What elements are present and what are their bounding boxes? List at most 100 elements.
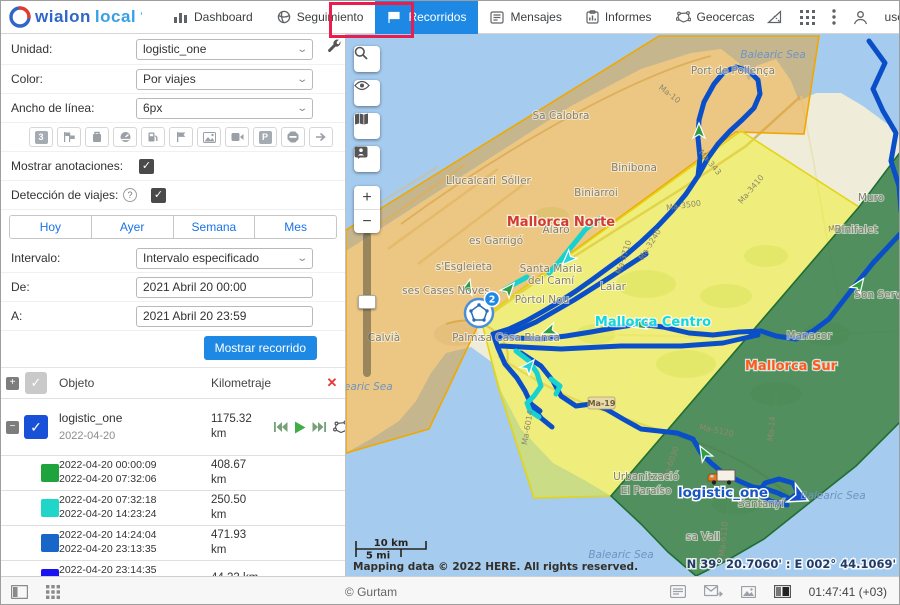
trip-color-chip (41, 464, 59, 482)
marker-fillings-button[interactable] (85, 127, 109, 147)
marker-flag-button[interactable] (169, 127, 193, 147)
remove-all-button[interactable]: ✕ (319, 375, 345, 391)
layout-panes-icon[interactable] (774, 585, 791, 598)
unit-select[interactable]: logistic_one⌄ (136, 39, 313, 60)
reports-icon (586, 10, 599, 24)
tab-label: Geocercas (697, 10, 755, 24)
chevron-down-icon: ⌄ (296, 74, 308, 85)
line-width-select-value: 6px (143, 101, 162, 115)
track-unit-row[interactable]: − ✓ logistic_one 2022-04-20 1175.32km ✕ (1, 399, 345, 456)
play-track-icon[interactable] (294, 421, 306, 434)
apps-grid-icon[interactable] (800, 10, 815, 25)
color-select[interactable]: Por viajes⌄ (136, 69, 313, 90)
unit-select-value: logistic_one (143, 42, 206, 56)
zoom-out-button[interactable]: − (354, 210, 380, 233)
unit-date: 2022-04-20 (59, 430, 115, 442)
annotations-checkbox[interactable]: ✓ (139, 159, 154, 174)
map-canvas[interactable]: Ma-19 Ma-10Ma-3500Ma-3710Ma-3240Ma-343Ma… (346, 34, 900, 576)
globe-icon (277, 10, 291, 24)
svg-text:sa Vall: sa Vall (686, 531, 720, 543)
skip-to-end-icon[interactable] (312, 421, 327, 433)
chevron-down-icon: ⌄ (296, 103, 308, 114)
expand-all-button[interactable]: + (6, 377, 19, 390)
track-geofence-icon[interactable] (333, 420, 346, 434)
collapse-panel-icon[interactable] (11, 585, 28, 599)
show-track-button[interactable]: Mostrar recorrido (204, 336, 317, 360)
map-drivers-button[interactable] (354, 146, 380, 172)
date-from-value: 2021 Abril 20 00:00 (143, 280, 246, 294)
tab-seguimiento[interactable]: Seguimiento (265, 1, 376, 34)
tab-geocercas[interactable]: Geocercas (664, 1, 767, 34)
kebab-menu-icon[interactable] (832, 9, 836, 25)
date-from-input[interactable]: 2021 Abril 20 00:00 (136, 277, 313, 298)
bottom-apps-grid-icon[interactable] (46, 585, 60, 599)
trip-row-1[interactable]: 2022-04-20 00:00:092022-04-20 07:32:06 4… (1, 456, 345, 491)
column-objeto: Objeto (59, 376, 211, 390)
zoom-in-button[interactable]: + (354, 186, 380, 210)
svg-text:es Garrigó: es Garrigó (469, 235, 523, 247)
trip-row-2[interactable]: 2022-04-20 07:32:182022-04-20 14:23:24 2… (1, 491, 345, 526)
svg-text:Pòrtol Nou: Pòrtol Nou (515, 294, 569, 306)
help-question-icon[interactable]: ? (123, 188, 137, 202)
line-width-select[interactable]: 6px ⌄ (136, 98, 313, 119)
notes-icon[interactable] (670, 585, 686, 598)
trip-km: 250.50km (211, 493, 273, 523)
media-image-icon[interactable] (741, 586, 756, 598)
trip-detection-row: Detección de viajes: ? ✓ (1, 181, 345, 210)
marker-parkings-button[interactable]: P (253, 127, 277, 147)
tab-informes[interactable]: Informes (574, 1, 664, 34)
marker-fuel-station-button[interactable] (141, 127, 165, 147)
map-visibility-eye-button[interactable] (354, 80, 380, 106)
user-name-label[interactable]: user (885, 10, 900, 24)
tab-label: Recorridos (408, 10, 466, 24)
marker-badge-3-button[interactable]: 3 (29, 127, 53, 147)
wialon-app-window: wialonlocalʼ Dashboard Seguimiento Recor… (0, 0, 900, 605)
marker-images-button[interactable] (197, 127, 221, 147)
zoom-slider-thumb[interactable] (358, 295, 376, 309)
period-semana-button[interactable]: Semana (174, 216, 256, 238)
measure-ruler-icon[interactable] (767, 10, 783, 24)
geofence-icon (676, 10, 691, 24)
svg-text:2: 2 (489, 295, 496, 306)
marker-gauge-button[interactable] (113, 127, 137, 147)
send-message-icon[interactable] (704, 585, 723, 598)
unit-settings-wrench-icon[interactable] (326, 38, 342, 57)
marker-events-flags-button[interactable] (57, 127, 81, 147)
map-scale-bar: 10 km 5 mi (356, 538, 426, 562)
wialon-logo[interactable]: wialonlocalʼ (1, 6, 161, 28)
tab-recorridos[interactable]: Recorridos (375, 1, 478, 34)
trip-km: 408.67km (211, 458, 273, 488)
line-width-field-row: Ancho de línea: 6px⌄ (1, 94, 345, 123)
map-layers-button[interactable] (354, 113, 380, 139)
color-label: Color: (11, 72, 136, 86)
show-track-row: Mostrar recorrido (1, 331, 345, 368)
marker-arrows-button[interactable] (309, 127, 333, 147)
tab-dashboard[interactable]: Dashboard (161, 1, 265, 34)
unit-name: logistic_one (59, 411, 122, 425)
period-ayer-button[interactable]: Ayer (92, 216, 174, 238)
period-mes-button[interactable]: Mes (255, 216, 336, 238)
trip-detection-checkbox[interactable]: ✓ (151, 188, 166, 203)
svg-text:Son Serve: Son Serve (854, 289, 900, 301)
period-hoy-button[interactable]: Hoy (10, 216, 92, 238)
select-all-checkbox[interactable]: ✓ (25, 372, 47, 394)
header-right-tools: user (767, 9, 900, 25)
date-to-input[interactable]: 2021 Abril 20 23:59 (136, 306, 313, 327)
marker-stops-button[interactable] (281, 127, 305, 147)
tab-mensajes[interactable]: Mensajes (478, 1, 573, 34)
svg-text:Laiar: Laiar (600, 281, 627, 293)
copyright-label: © Gurtam (331, 585, 411, 599)
interval-select[interactable]: Intervalo especificado⌄ (136, 248, 313, 269)
map-search-button[interactable] (354, 46, 380, 72)
trip-row-3[interactable]: 2022-04-20 14:24:042022-04-20 23:13:35 4… (1, 526, 345, 561)
trip-times: 2022-04-20 23:14:352022-04-20 23:59:54 (59, 564, 211, 576)
marker-videos-button[interactable] (225, 127, 249, 147)
skip-to-start-icon[interactable] (273, 421, 288, 433)
user-icon[interactable] (853, 10, 868, 25)
zoom-slider-track[interactable] (363, 232, 371, 377)
interval-select-value: Intervalo especificado (143, 251, 259, 265)
unit-checkbox[interactable]: ✓ (24, 415, 48, 439)
track-marker-toggles: 3 P (1, 123, 345, 152)
trip-row-4[interactable]: 2022-04-20 23:14:352022-04-20 23:59:54 4… (1, 561, 345, 576)
collapse-row-button[interactable]: − (6, 421, 19, 434)
